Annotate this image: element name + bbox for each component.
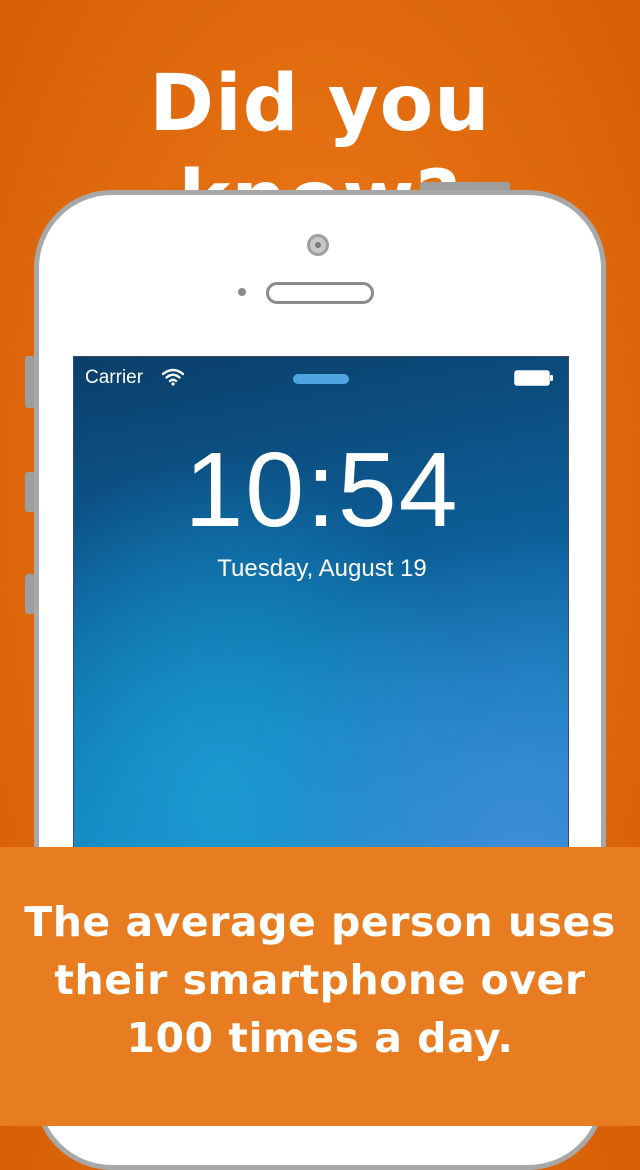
status-bar: Carrier xyxy=(74,357,568,397)
drag-handle[interactable] xyxy=(293,374,349,384)
caption-line-1: The average person uses xyxy=(24,898,616,946)
battery-icon xyxy=(514,370,553,386)
caption-text: The average person uses their smartphone… xyxy=(0,893,640,1067)
clock-time: 10:54 xyxy=(184,431,460,549)
caption-line-3: 100 times a day. xyxy=(126,1014,514,1062)
speaker-icon xyxy=(266,282,374,304)
carrier-label: Carrier xyxy=(85,367,144,388)
lock-screen: Carrier 10:54 Tuesday, August 19 xyxy=(73,356,569,876)
caption-panel: The average person uses their smartphone… xyxy=(0,847,640,1126)
clock-date: Tuesday, August 19 xyxy=(217,555,427,582)
wifi-icon xyxy=(162,368,184,386)
caption-line-2: their smartphone over xyxy=(54,956,586,1004)
camera-icon xyxy=(307,234,329,256)
sensor-dot xyxy=(238,288,246,296)
